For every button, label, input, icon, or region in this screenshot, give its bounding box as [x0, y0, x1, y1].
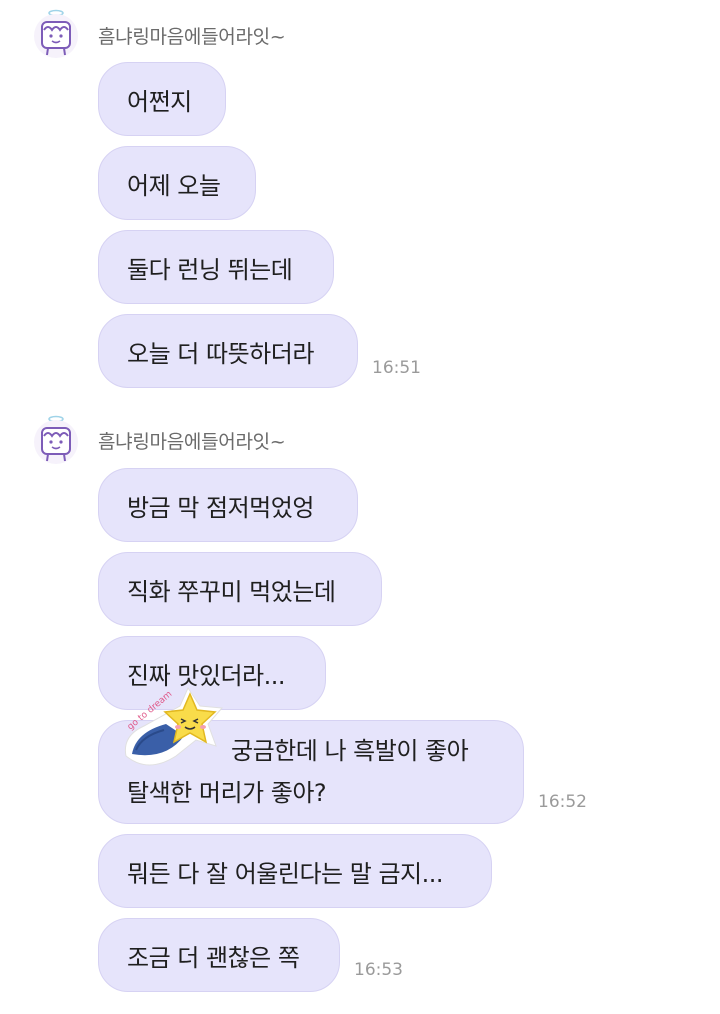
message-text: 조금 더 괜찮은 쪽	[127, 943, 300, 972]
message-text: 오늘 더 따뜻하더라	[127, 339, 314, 368]
message-text: 어제 오늘	[127, 171, 221, 200]
message-bubble[interactable]: 방금 막 점저먹었엉	[98, 468, 358, 542]
message-bubble[interactable]: 어쩐지	[98, 62, 226, 136]
message-bubble[interactable]: 뭐든 다 잘 어울린다는 말 금지...	[98, 834, 492, 908]
message-bubble[interactable]: 오늘 더 따뜻하더라	[98, 314, 358, 388]
message-text-line: 탈색한 머리가 좋아?	[127, 779, 327, 807]
star-sticker-icon: go to dream	[124, 686, 224, 766]
message-time: 16:53	[354, 960, 403, 980]
avatar[interactable]	[30, 414, 82, 466]
message-text: 어쩐지	[127, 87, 192, 116]
message-bubble[interactable]: 어제 오늘	[98, 146, 256, 220]
sender-name: 흠냐링마음에들어라잇~	[98, 431, 286, 453]
message-time: 16:52	[538, 792, 587, 812]
message-bubble[interactable]: 둘다 런닝 뛰는데	[98, 230, 334, 304]
avatar[interactable]	[30, 8, 82, 60]
message-text: 직화 쭈꾸미 먹었는데	[127, 577, 336, 606]
sender-name: 흠냐링마음에들어라잇~	[98, 26, 286, 48]
message-bubble[interactable]: 직화 쭈꾸미 먹었는데	[98, 552, 382, 626]
message-text: 방금 막 점저먹었엉	[127, 493, 314, 522]
message-text: 둘다 런닝 뛰는데	[127, 255, 293, 284]
message-time: 16:51	[372, 358, 421, 378]
message-text: 뭐든 다 잘 어울린다는 말 금지...	[127, 859, 444, 888]
message-bubble[interactable]: 조금 더 괜찮은 쪽	[98, 918, 340, 992]
